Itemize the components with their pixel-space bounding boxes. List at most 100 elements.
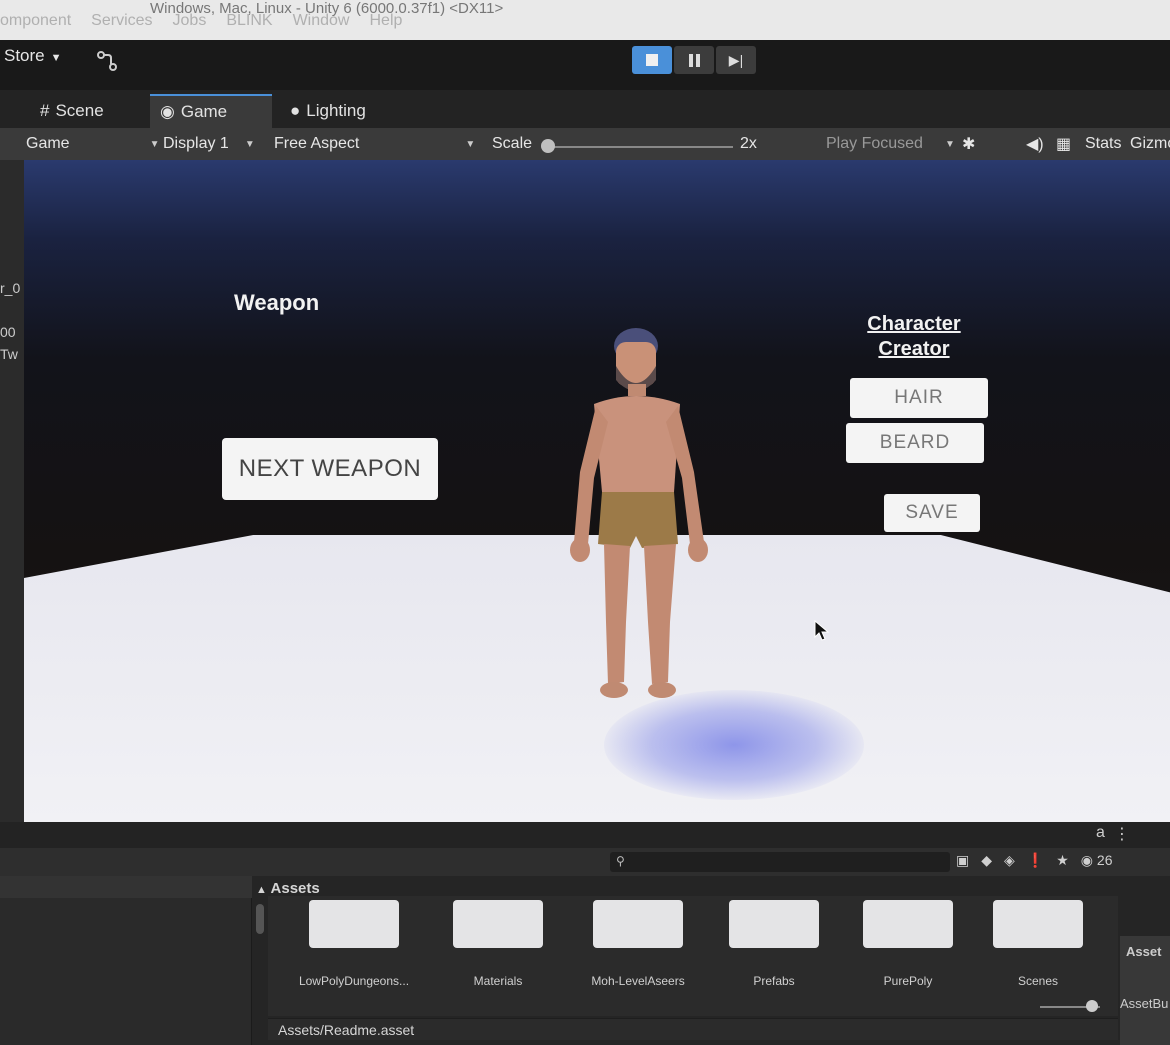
character-creator-line-1: Character xyxy=(867,313,961,335)
project-panel: ▲ Assets LowPolyDungeons... Materials Mo… xyxy=(0,876,1170,1045)
play-controls: ▶| xyxy=(632,46,756,74)
folder-item[interactable]: Materials xyxy=(428,900,568,988)
vertical-scrollbar[interactable] xyxy=(256,904,264,934)
display-label: Display 1 xyxy=(163,135,229,152)
stop-icon xyxy=(646,54,658,66)
aspect-label: Free Aspect xyxy=(274,135,360,152)
hierarchy-item[interactable]: r_0 xyxy=(0,280,20,296)
folder-icon xyxy=(453,900,543,948)
chevron-down-icon: ▼ xyxy=(149,138,160,150)
stats-button[interactable]: Stats xyxy=(1085,132,1121,156)
chevron-down-icon: ▼ xyxy=(465,138,476,150)
more-options-icon[interactable]: ⋮ xyxy=(1114,824,1130,844)
chevron-down-icon: ▼ xyxy=(244,138,255,150)
play-mode-dropdown[interactable]: Play Focused ▼ xyxy=(826,132,955,156)
play-mode-label: Play Focused xyxy=(826,135,923,152)
beard-button[interactable]: BEARD xyxy=(846,423,984,463)
scale-slider-handle[interactable] xyxy=(541,139,555,153)
folder-item[interactable]: Moh-LevelAseers xyxy=(568,900,708,988)
star-icon[interactable]: ★ xyxy=(1056,852,1069,869)
bug-icon[interactable]: ✱ xyxy=(962,132,975,156)
view-tab-bar: # Scene ◉ Game ● Lighting xyxy=(0,90,1170,128)
menu-bar: Windows, Mac, Linux - Unity 6 (6000.0.37… xyxy=(0,0,1170,40)
folder-item[interactable]: LowPolyDungeons... xyxy=(284,900,424,988)
next-weapon-button[interactable]: NEXT WEAPON xyxy=(222,438,438,500)
folder-label: Prefabs xyxy=(753,974,795,988)
menu-blink[interactable]: BLINK xyxy=(226,12,272,30)
warning-icon[interactable]: ❗ xyxy=(1027,852,1044,869)
character-model xyxy=(570,328,708,698)
save-button[interactable]: SAVE xyxy=(884,494,980,532)
project-folder-tree xyxy=(0,876,252,1045)
filter-label-icon[interactable]: ◆ xyxy=(981,852,992,869)
scale-slider-track[interactable] xyxy=(548,146,733,148)
folder-label: Materials xyxy=(473,974,523,988)
pause-icon xyxy=(688,53,700,67)
audio-icon[interactable]: ◀) xyxy=(1026,132,1044,156)
grid-icon: # xyxy=(40,101,50,120)
visible-count: 26 xyxy=(1096,852,1113,868)
hierarchy-item[interactable]: Tw xyxy=(0,346,18,362)
chevron-down-icon: ▼ xyxy=(944,138,955,150)
filter-type-icon[interactable]: ▣ xyxy=(956,852,969,869)
search-icon: ⚲ xyxy=(616,854,625,868)
tab-scene[interactable]: # Scene xyxy=(30,94,114,128)
store-label: Store xyxy=(4,46,45,65)
project-search-input[interactable]: ⚲ xyxy=(610,852,950,872)
game-viewport[interactable]: Weapon NEXT WEAPON Character Creator HAI… xyxy=(24,160,1170,822)
folder-label: Scenes xyxy=(1017,974,1059,988)
version-control-icon[interactable] xyxy=(96,50,118,72)
character-creator-title: Character Creator xyxy=(854,312,974,362)
hierarchy-item[interactable]: 00 xyxy=(0,324,16,340)
play-button[interactable] xyxy=(632,46,672,74)
scale-value: 2x xyxy=(740,135,757,152)
tab-game-label: Game xyxy=(180,102,228,121)
folder-tree-header xyxy=(0,876,252,898)
thumbnail-size-handle[interactable] xyxy=(1086,1000,1098,1012)
assets-breadcrumb[interactable]: ▲ Assets xyxy=(256,880,320,897)
folder-label: Moh-LevelAseers xyxy=(591,974,685,988)
inspector-asset-label: Asset xyxy=(1126,944,1162,959)
gizmos-button[interactable]: Gizmo xyxy=(1130,132,1170,156)
tab-scene-label: Scene xyxy=(55,101,104,120)
asset-grid: LowPolyDungeons... Materials Moh-LevelAs… xyxy=(268,896,1118,1016)
tab-game[interactable]: ◉ Game xyxy=(150,94,272,128)
scale-label: Scale xyxy=(492,135,533,152)
pause-button[interactable] xyxy=(674,46,714,74)
eye-icon[interactable]: ◉ 26 xyxy=(1081,852,1113,869)
folder-icon xyxy=(593,900,683,948)
store-dropdown[interactable]: Store ▼ xyxy=(4,46,62,66)
assets-header-label: Assets xyxy=(270,880,320,897)
main-toolbar: Store ▼ xyxy=(0,40,1170,90)
menu-jobs[interactable]: Jobs xyxy=(173,12,207,30)
folder-item[interactable]: Scenes xyxy=(968,900,1108,988)
menu-items: omponent Services Jobs BLINK Window Help xyxy=(0,12,402,30)
aspect-dropdown[interactable]: Free Aspect ▼ xyxy=(274,132,475,156)
step-button[interactable]: ▶| xyxy=(716,46,756,74)
menu-services[interactable]: Services xyxy=(91,12,152,30)
menu-component[interactable]: omponent xyxy=(0,12,71,30)
menu-window[interactable]: Window xyxy=(293,12,350,30)
chevron-down-icon: ▼ xyxy=(50,52,62,64)
keyboard-icon[interactable]: ▦ xyxy=(1056,132,1071,156)
gamepad-icon: ◉ xyxy=(160,102,175,121)
folder-label: PurePoly xyxy=(883,974,933,988)
hair-button[interactable]: HAIR xyxy=(850,378,988,418)
game-dropdown[interactable]: Game ▼ xyxy=(26,132,159,156)
selected-asset-path: Assets/Readme.asset xyxy=(268,1018,1118,1040)
game-view-toolbar: Game ▼ Display 1 ▼ Free Aspect ▼ Scale 2x P… xyxy=(0,128,1170,160)
display-dropdown[interactable]: Display 1 ▼ xyxy=(163,132,255,156)
step-icon: ▶| xyxy=(728,51,744,68)
collapse-arrow-icon: ▲ xyxy=(256,884,267,896)
folder-icon xyxy=(993,900,1083,948)
folder-item[interactable]: Prefabs xyxy=(704,900,844,988)
inspector-assetbundle-label: AssetBu xyxy=(1120,996,1169,1011)
tag-icon[interactable]: ◈ xyxy=(1004,852,1015,869)
project-search-row: ⚲ ▣ ◆ ◈ ❗ ★ ◉ 26 xyxy=(0,848,1170,876)
character-creator-line-2: Creator xyxy=(878,338,950,360)
folder-item[interactable]: PurePoly xyxy=(838,900,978,988)
tab-lighting[interactable]: ● Lighting xyxy=(280,94,376,128)
menu-help[interactable]: Help xyxy=(369,12,402,30)
lock-icon[interactable]: a xyxy=(1096,824,1105,842)
folder-label: LowPolyDungeons... xyxy=(298,974,410,988)
